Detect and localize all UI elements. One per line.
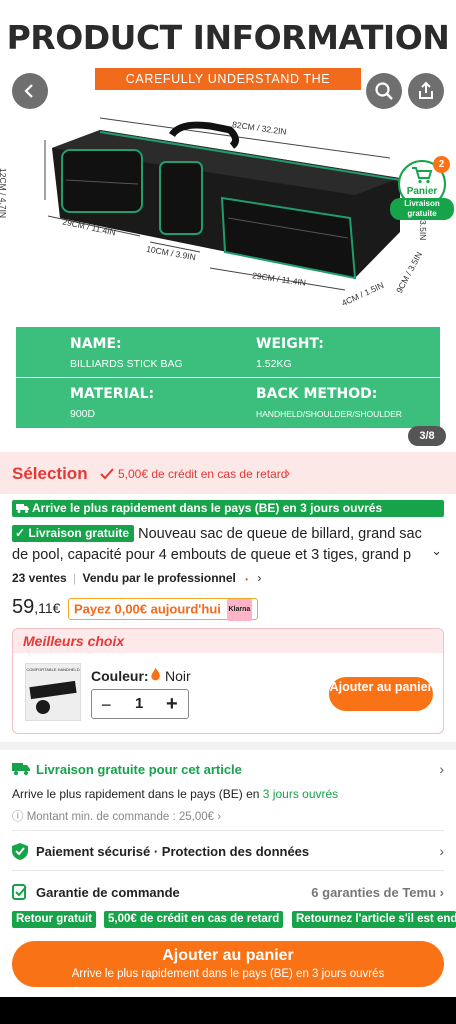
min-order-text: Montant min. de commande : 25,00€ [26,811,215,823]
divider-line [12,830,444,831]
plus-icon[interactable]: + [166,693,178,716]
price-dec: ,11€ [34,600,61,616]
selection-banner[interactable]: Sélection 5,00€ de crédit en cas de reta… [0,452,456,494]
flame-icon [150,668,161,681]
min-order[interactable]: ⓘ Montant min. de commande : 25,00€ › [12,808,221,824]
add-to-cart-button[interactable]: Ajouter au panier Arrive le plus rapidem… [12,941,444,987]
fast-arrival-text: Arrive le plus rapidement dans le pays (… [32,501,383,515]
search-icon [375,82,393,100]
guarantee-icon [12,884,27,900]
color-label: Couleur: [91,668,149,684]
cart-label: Panier [406,186,438,197]
cart-count-badge: 2 [433,156,450,173]
share-icon [419,81,433,99]
spec-back-value: HANDHELD/SHOULDER/SHOULDER [256,409,402,419]
add-to-cart-label: Ajouter au panier [162,947,294,964]
chevron-right-icon[interactable]: › [439,761,444,777]
color-value: Noir [165,668,191,684]
chevron-right-icon[interactable]: › [439,843,444,859]
variant-thumbnail[interactable]: COMFORTABLE HANDHELD [25,663,81,721]
guarantee-link-text: 6 garanties de Temu [311,885,437,900]
cart-free-shipping: Livraison gratuite [390,198,454,220]
quantity-stepper[interactable]: − 1 + [91,689,189,719]
truck-icon [16,504,29,513]
add-to-cart-small-button[interactable]: Ajouter au panier [329,677,433,711]
klarna-text: Payez 0,00€ aujourd'hui [74,601,221,617]
chevron-right-icon: › [286,466,290,480]
klarna-logo: Klarna [226,599,253,621]
shipping-title[interactable]: Livraison gratuite pour cet article [36,762,242,777]
sales-count: 23 ventes [12,571,67,585]
shipping-days: 3 jours ouvrés [262,787,339,801]
product-title-block: ✓ Livraison gratuite Nouveau sac de queu… [12,524,422,566]
tag-free-return: Retour gratuit [12,911,97,928]
hero-subtitle: CAREFULLY UNDERSTAND THE PRODUCT [95,68,361,108]
sales-meta: 23 ventes | Vendu par le professionnel •… [12,571,262,585]
hero-title: PRODUCT INFORMATION [6,18,450,57]
product-image-carousel[interactable]: PRODUCT INFORMATION CAREFULLY UNDERSTAND… [0,0,456,452]
minus-icon[interactable]: − [101,695,112,716]
best-choice-header: Meilleurs choix [13,629,443,653]
billiard-bag-image [44,117,401,291]
cart-floating-button[interactable]: 2 Panier Livraison gratuite [390,156,454,220]
seller-info[interactable]: Vendu par le professionnel [83,571,236,585]
shield-icon [12,843,28,860]
divider-line [12,870,444,871]
cart-icon [412,167,433,184]
spec-name-value: BILLIARDS STICK BAG [70,358,183,370]
section-divider [0,742,456,750]
truck-icon-green [12,763,30,775]
check-icon [100,468,114,480]
spec-material-value: 900D [70,408,96,420]
dim-height: 12CM / 4.7IN [0,168,8,219]
tag-damaged-return: Retournez l'article s'il est endommagé [292,911,456,928]
free-shipping-label: Livraison gratuite [28,526,130,540]
late-credit-text: 5,00€ de crédit en cas de retard [118,467,288,481]
system-nav-bar [0,997,456,1024]
security-row[interactable]: Paiement sécurisé · Protection des donné… [36,844,309,859]
image-pager: 3/8 [408,426,446,446]
guarantee-title[interactable]: Garantie de commande [36,885,180,900]
klarna-offer[interactable]: Payez 0,00€ aujourd'hui Klarna [68,598,258,621]
thumb-label: COMFORTABLE HANDHELD [26,667,80,672]
secure-payment: Paiement sécurisé [36,844,151,859]
expand-title-icon[interactable]: ⌄ [431,543,442,559]
dim-side: 3.5IN [418,220,428,241]
shipping-arrival: Arrive le plus rapidement dans le pays (… [12,787,338,801]
spec-weight-value: 1.52KG [256,358,292,370]
spec-material-label: MATERIAL: [70,386,155,402]
data-protection: Protection des données [161,844,310,859]
price-int: 59 [12,596,35,618]
free-shipping-badge: ✓ Livraison gratuite [12,525,135,542]
add-to-cart-sub: Arrive le plus rapidement dans le pays (… [71,968,385,980]
spec-row-2: MATERIAL: 900D BACK METHOD: HANDHELD/SHO… [16,378,440,428]
best-choice-card: Meilleurs choix COMFORTABLE HANDHELD Cou… [12,628,444,734]
spec-row-1: NAME: BILLIARDS STICK BAG WEIGHT: 1.52KG [16,327,440,377]
chevron-left-icon [24,84,33,98]
shipping-arrival-text: Arrive le plus rapidement dans le pays (… [12,787,260,801]
separator-dot: · [153,844,159,859]
guarantee-link[interactable]: 6 garanties de Temu › [311,885,444,900]
quantity-value[interactable]: 1 [135,695,143,712]
selection-title: Sélection [12,464,88,483]
tag-late-credit: 5,00€ de crédit en cas de retard [104,911,284,928]
spec-weight-label: WEIGHT: [256,336,324,352]
spec-back-label: BACK METHOD: [256,386,378,402]
price: 59,11€ [12,596,60,619]
spec-name-label: NAME: [70,336,122,352]
fast-arrival-bar: Arrive le plus rapidement dans le pays (… [12,500,444,517]
